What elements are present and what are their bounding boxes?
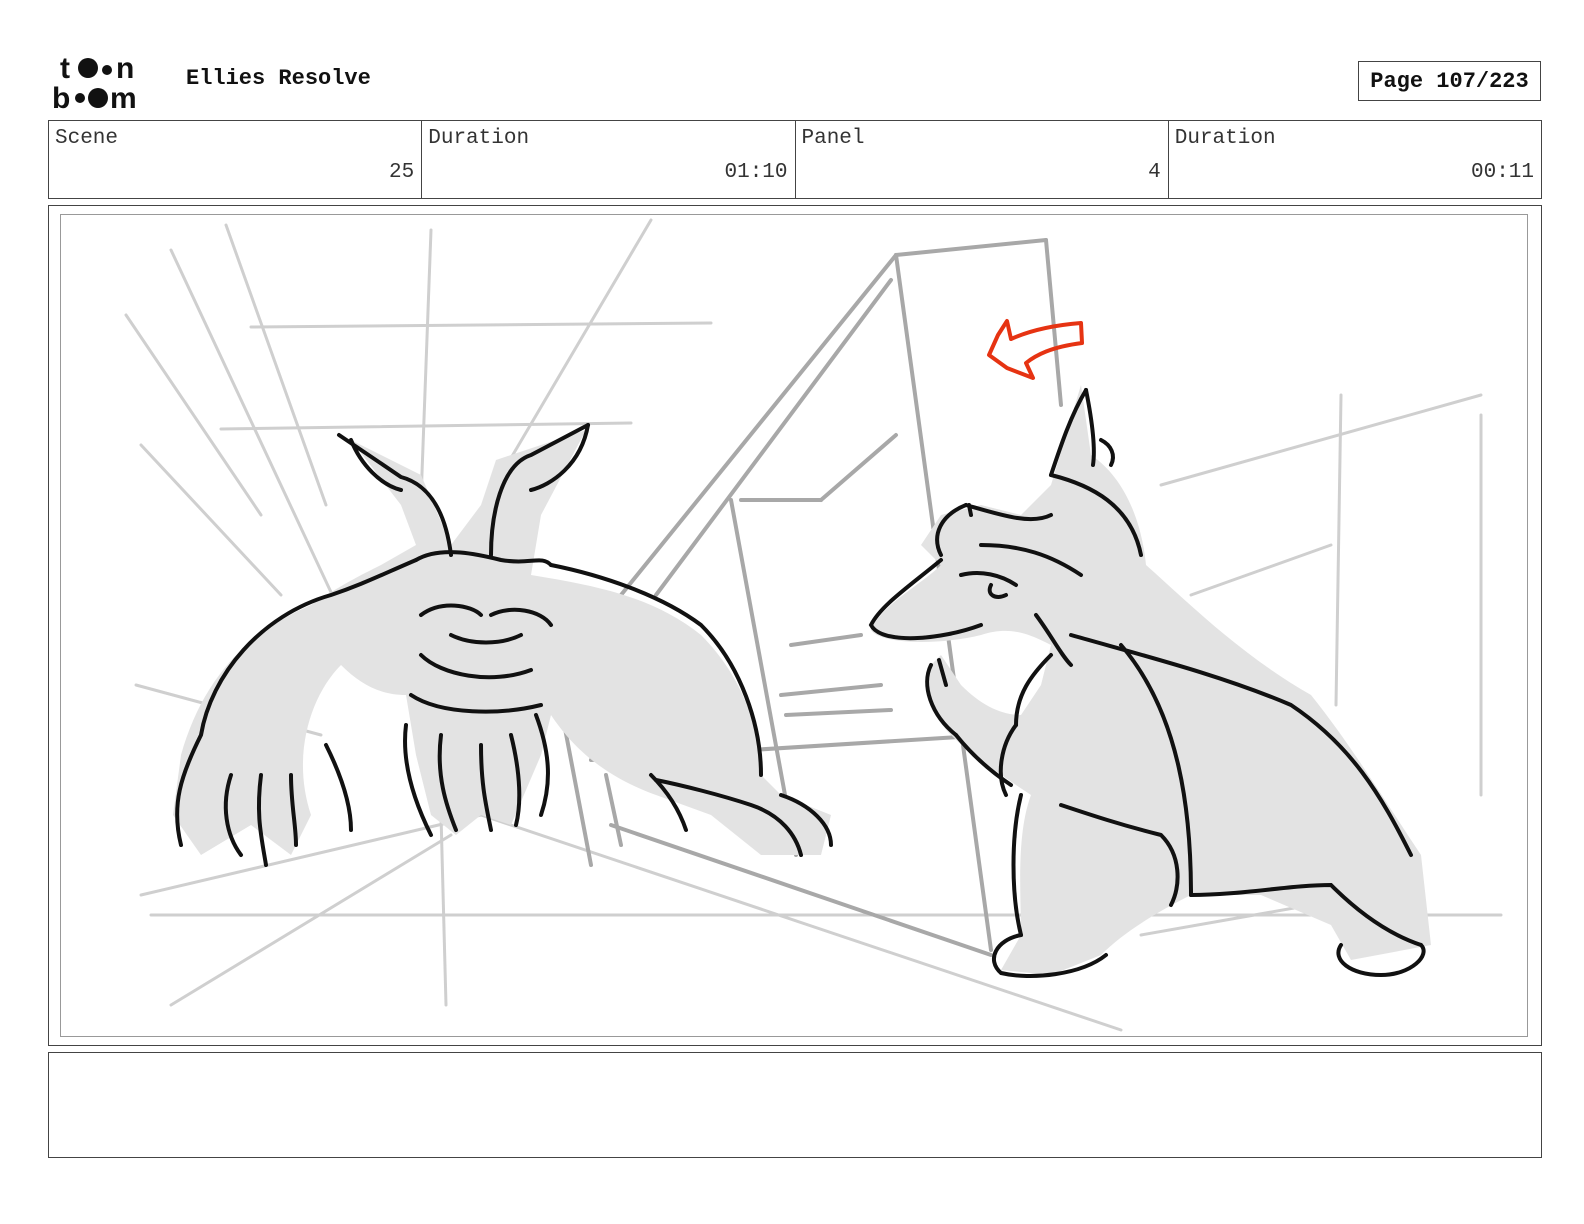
panel-duration-label: Duration	[1174, 127, 1276, 150]
scene-cell: Scene 25	[49, 121, 423, 198]
svg-text:n: n	[116, 52, 134, 85]
red-direction-arrow	[987, 319, 1084, 380]
panel-duration-value: 00:11	[1470, 161, 1534, 184]
scene-duration-cell: Duration 01:10	[422, 121, 796, 198]
scene-value: 25	[389, 161, 415, 184]
scene-duration-label: Duration	[428, 127, 530, 150]
toon-boom-logo: t n b m	[52, 52, 164, 115]
svg-text:t: t	[60, 52, 70, 85]
panel-cell: Panel 4	[796, 121, 1169, 198]
storyboard-title: Ellies Resolve	[186, 66, 371, 91]
panel-info-table: Scene 25 Duration 01:10 Panel 4 Duration…	[48, 120, 1542, 199]
panel-duration-cell: Duration 00:11	[1169, 121, 1541, 198]
svg-text:m: m	[110, 82, 137, 112]
page-indicator: Page 107/223	[1358, 61, 1541, 101]
panel-label: Panel	[801, 127, 865, 150]
scene-label: Scene	[55, 127, 119, 150]
panel-value: 4	[1148, 161, 1161, 184]
panel-drawing	[60, 214, 1528, 1037]
storyboard-sketch	[124, 218, 1503, 1032]
svg-text:b: b	[52, 82, 70, 112]
panel-frame	[48, 205, 1542, 1046]
horned-character	[868, 385, 1431, 978]
panel-notes-box	[48, 1052, 1542, 1158]
scene-duration-value: 01:10	[724, 161, 788, 184]
